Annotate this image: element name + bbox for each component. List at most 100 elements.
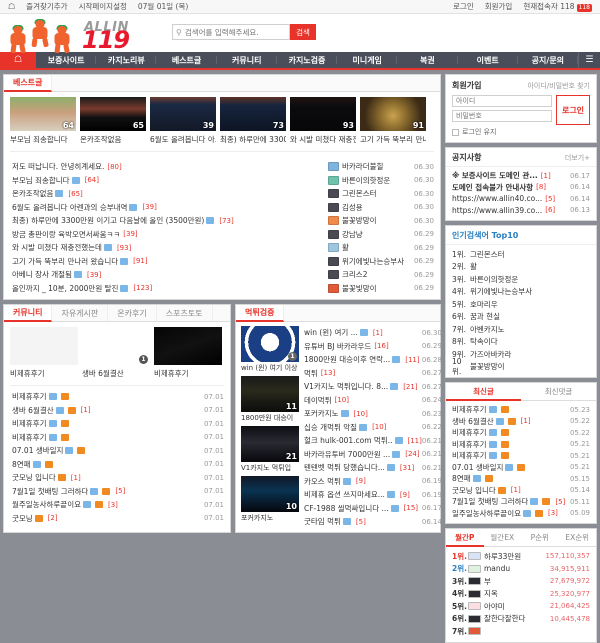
- list-item[interactable]: 포커카지노 [10] 06.23: [304, 407, 442, 421]
- nav-item-8[interactable]: 공지/문의: [518, 52, 579, 68]
- list-item[interactable]: 굿타임 먹튀 [5] 06.14: [304, 515, 442, 529]
- tab-onca-review[interactable]: 온카후기: [108, 305, 157, 321]
- list-item[interactable]: https://www.allin40.co... [5] 06.14: [452, 193, 590, 205]
- list-item[interactable]: 유튜버 BJ 바카라우드 [16] 06.29: [304, 340, 442, 354]
- table-row[interactable]: 6위. 잘한다잘한다 10,445,478: [452, 613, 590, 626]
- list-item[interactable]: 헐크 hulk-001.com 먹튀.. [11] 06.21: [304, 434, 442, 448]
- search-box[interactable]: ⚲: [172, 24, 290, 40]
- table-row[interactable]: 2위. mandu 34,915,911: [452, 563, 590, 576]
- find-id-password-link[interactable]: 아이디/비밀번호 찾기: [527, 81, 590, 91]
- thumb-card[interactable]: 64 부모님 죄송합니다: [10, 97, 76, 145]
- list-item[interactable]: 1800만원 대승이후 연락... [11] 06.28: [304, 353, 442, 367]
- list-item[interactable]: 3위. 바른이의핫정운: [452, 273, 590, 286]
- list-item[interactable]: 와 시발 미쳤다 재충전했는데 [93]: [12, 241, 320, 255]
- list-item[interactable]: 10위. 불꽃방망이: [452, 357, 590, 376]
- list-item[interactable]: 바카라더불힐 06.30: [328, 160, 434, 174]
- keep-login-row[interactable]: 로그인 유지: [452, 127, 590, 137]
- list-item[interactable]: 비제휴후기 05.21: [452, 450, 590, 462]
- list-item[interactable]: 최종) 하루만에 3300만원 이기고 다음날에 올인 (3500만원) [73]: [12, 214, 320, 228]
- list-item[interactable]: 8연패 05.15: [452, 473, 590, 485]
- thumb-card[interactable]: 21 V1카지노 먹튀입: [241, 426, 299, 473]
- list-item[interactable]: 크리스2 06.29: [328, 268, 434, 282]
- list-item[interactable]: 비제휴 옵션 쓰지마세요... [9] 06.19: [304, 488, 442, 502]
- list-item[interactable]: 위기에빛나는승부사 06.29: [328, 255, 434, 269]
- list-item[interactable]: 1위. 그린몬스터: [452, 248, 590, 261]
- nav-item-4[interactable]: 카지노검증: [277, 52, 338, 68]
- list-item[interactable]: 굿모닝 [2] 07.01: [12, 512, 224, 526]
- list-item[interactable]: 부모님 죄송합니다 [64]: [12, 174, 320, 188]
- list-item[interactable]: 굿모닝 입니다 [1] 05.14: [452, 485, 590, 497]
- thumb-card[interactable]: 93 와 시발 미쳤다 재충전: [290, 97, 356, 145]
- table-row[interactable]: 5위. 아야미 21,064,425: [452, 600, 590, 613]
- site-logo[interactable]: ALLIN 119: [0, 14, 180, 54]
- table-row[interactable]: 1위. 하루33만원 157,110,357: [452, 550, 590, 563]
- top-link-favorite[interactable]: 즐겨찾기추가: [26, 1, 67, 12]
- list-item[interactable]: 07.01 생바일지 05.21: [452, 462, 590, 474]
- home-icon[interactable]: ☖: [8, 2, 15, 11]
- login-button[interactable]: 로그인: [556, 95, 590, 125]
- nav-item-1[interactable]: 카지노리뷰: [96, 52, 157, 68]
- list-item[interactable]: 저도 떠납니다. 안녕히계세요. [80]: [12, 160, 320, 174]
- table-row[interactable]: 4위. 지옥 25,320,977: [452, 588, 590, 601]
- thumb-card[interactable]: 11 1800만원 대승이: [241, 376, 299, 423]
- tab-verification[interactable]: 먹튀검증: [236, 305, 285, 322]
- list-item[interactable]: 생바 6월결산 [1] 07.01: [12, 404, 224, 418]
- list-item[interactable]: 도메인 접속불가 안내사항 [8] 06.14: [452, 182, 590, 194]
- list-item[interactable]: 올인까지 _ 10분, 2000만원 탈진 [123]: [12, 282, 320, 296]
- list-item[interactable]: 활 06.29: [328, 241, 434, 255]
- list-item[interactable]: 불꽃빛망이 06.29: [328, 282, 434, 296]
- list-item[interactable]: 4위. 위기에빛나는승부사: [452, 286, 590, 299]
- list-item[interactable]: 7위. 아벤카지노: [452, 323, 590, 336]
- list-item[interactable]: 8연패 07.01: [12, 458, 224, 472]
- list-item[interactable]: 고기 가득 뚝부리 만나러 왔습니다 [91]: [12, 255, 320, 269]
- thumb-card[interactable]: 91 고기 가득 뚝부리 만나…: [360, 97, 426, 145]
- id-field[interactable]: [452, 95, 552, 107]
- tab-free-board[interactable]: 자유게시판: [52, 305, 109, 321]
- list-item[interactable]: 강남냥 06.29: [328, 228, 434, 242]
- thumb-card[interactable]: 1 win (윈) 여기 이상: [241, 326, 299, 373]
- table-row[interactable]: 3위. 부 27,679,972: [452, 575, 590, 588]
- list-item[interactable]: 불꽃방망이 06.30: [328, 214, 434, 228]
- table-row[interactable]: 7위.: [452, 625, 590, 638]
- thumb-card[interactable]: 비제휴후기: [154, 327, 222, 379]
- nav-item-0[interactable]: 보증사이트: [36, 52, 97, 68]
- list-item[interactable]: 아베니 장사 개절됨 [39]: [12, 268, 320, 282]
- list-item[interactable]: 굿모닝 입니다 [1] 07.01: [12, 471, 224, 485]
- list-item[interactable]: 07.01 생바일지 07.01: [12, 444, 224, 458]
- list-item[interactable]: 바른이의핫정운 06.30: [328, 174, 434, 188]
- list-item[interactable]: 7월1일 첫배팅 그러하다 [5] 05.11: [452, 496, 590, 508]
- list-item[interactable]: 생바 6월결산 [1] 05.22: [452, 416, 590, 428]
- top-link-homepage[interactable]: 시작페이지설정: [79, 1, 127, 12]
- list-item[interactable]: 바카라유투버 7000만원 ... [24] 06.21: [304, 448, 442, 462]
- keep-login-checkbox[interactable]: [452, 128, 459, 136]
- nav-item-5[interactable]: 미니게임: [337, 52, 398, 68]
- tab-monthly-ex[interactable]: 월간EX: [484, 529, 522, 546]
- tab-community[interactable]: 커뮤니티: [4, 305, 53, 322]
- list-item[interactable]: 먹튀 [13] 06.27: [304, 367, 442, 381]
- list-item[interactable]: 카오스 먹튀 [9] 06.19: [304, 475, 442, 489]
- nav-home-icon[interactable]: ☖: [0, 52, 36, 68]
- signup-link[interactable]: 회원가입: [452, 80, 481, 91]
- nav-item-2[interactable]: 베스트글: [156, 52, 217, 68]
- tab-ex-rank[interactable]: EX순위: [559, 529, 597, 546]
- list-item[interactable]: 5위. 호마리우: [452, 298, 590, 311]
- tab-sports-toto[interactable]: 스포츠토토: [157, 305, 213, 321]
- list-item[interactable]: 월주일농사하루끝이요 [3] 07.01: [12, 498, 224, 512]
- notice-more-link[interactable]: 더보기+: [565, 153, 590, 163]
- thumb-card[interactable]: 비제휴후기: [10, 327, 78, 379]
- list-item[interactable]: 비제휴후기 07.01: [12, 431, 224, 445]
- list-item[interactable]: 비제휴후기 05.21: [452, 439, 590, 451]
- list-item[interactable]: 그린몬스터 06.30: [328, 187, 434, 201]
- hamburger-icon[interactable]: ☰: [577, 52, 600, 68]
- top-link-signup[interactable]: 회원가입: [485, 1, 513, 12]
- list-item[interactable]: 방금 총판이랑 육박오면서싸움ㅋㅋ [39]: [12, 228, 320, 242]
- list-item[interactable]: 김성용 06.30: [328, 201, 434, 215]
- tab-monthly-p[interactable]: 월간P: [446, 529, 484, 547]
- nav-item-7[interactable]: 이벤트: [458, 52, 518, 68]
- list-item[interactable]: 십승 개먹튀 악질 [10] 06.22: [304, 421, 442, 435]
- tab-best-posts[interactable]: 베스트글: [4, 75, 53, 92]
- search-input[interactable]: [184, 27, 271, 37]
- list-item[interactable]: 비제휴후기 05.22: [452, 427, 590, 439]
- list-item[interactable]: 일주일농사하루끝이요 [3] 05.09: [452, 508, 590, 520]
- password-field[interactable]: [452, 110, 552, 122]
